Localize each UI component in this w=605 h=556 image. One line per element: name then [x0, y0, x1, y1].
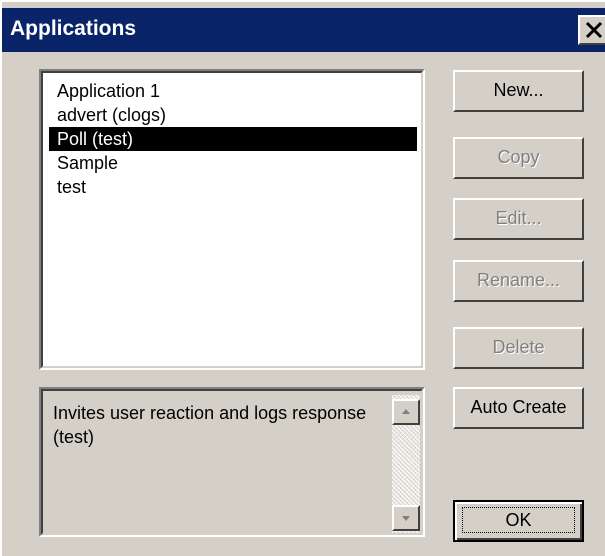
scroll-down-button[interactable]: [392, 505, 420, 531]
ok-button-label: OK: [462, 507, 575, 533]
rename-button-label: Rename...: [476, 270, 561, 290]
arrow-down-icon: [402, 516, 410, 521]
rename-button[interactable]: Rename...: [453, 260, 584, 302]
auto-create-button[interactable]: Auto Create: [453, 387, 584, 429]
applications-listbox[interactable]: Application 1 advert (clogs) Poll (test)…: [39, 69, 425, 370]
copy-button-label: Copy: [497, 147, 540, 167]
ok-button[interactable]: OK: [453, 500, 584, 542]
description-inner: Invites user reaction and logs response …: [41, 389, 423, 535]
applications-list: Application 1 advert (clogs) Poll (test)…: [49, 79, 417, 199]
close-button[interactable]: [578, 15, 605, 45]
list-item[interactable]: advert (clogs): [49, 103, 417, 127]
title-bar[interactable]: Applications: [2, 8, 605, 52]
delete-button[interactable]: Delete: [453, 327, 584, 369]
list-item[interactable]: Sample: [49, 151, 417, 175]
scroll-up-button[interactable]: [392, 399, 420, 425]
description-text: Invites user reaction and logs response …: [53, 403, 367, 447]
new-button-label: New...: [493, 80, 544, 100]
copy-button[interactable]: Copy: [453, 137, 584, 179]
edit-button[interactable]: Edit...: [453, 198, 584, 240]
auto-create-button-label: Auto Create: [470, 397, 567, 417]
description-scrollbar[interactable]: [392, 395, 420, 533]
edit-button-label: Edit...: [495, 208, 542, 228]
description-box: Invites user reaction and logs response …: [39, 387, 425, 537]
window-title: Applications: [10, 17, 137, 40]
list-item-selected[interactable]: Poll (test): [49, 127, 417, 151]
close-icon: [585, 21, 603, 39]
arrow-up-icon: [402, 409, 410, 414]
applications-dialog: Applications Application 1 advert (clogs…: [0, 0, 605, 556]
delete-button-label: Delete: [492, 337, 545, 357]
new-button[interactable]: New...: [453, 70, 584, 112]
list-item[interactable]: Application 1: [49, 79, 417, 103]
listbox-inner: Application 1 advert (clogs) Poll (test)…: [41, 71, 423, 368]
list-item[interactable]: test: [49, 175, 417, 199]
